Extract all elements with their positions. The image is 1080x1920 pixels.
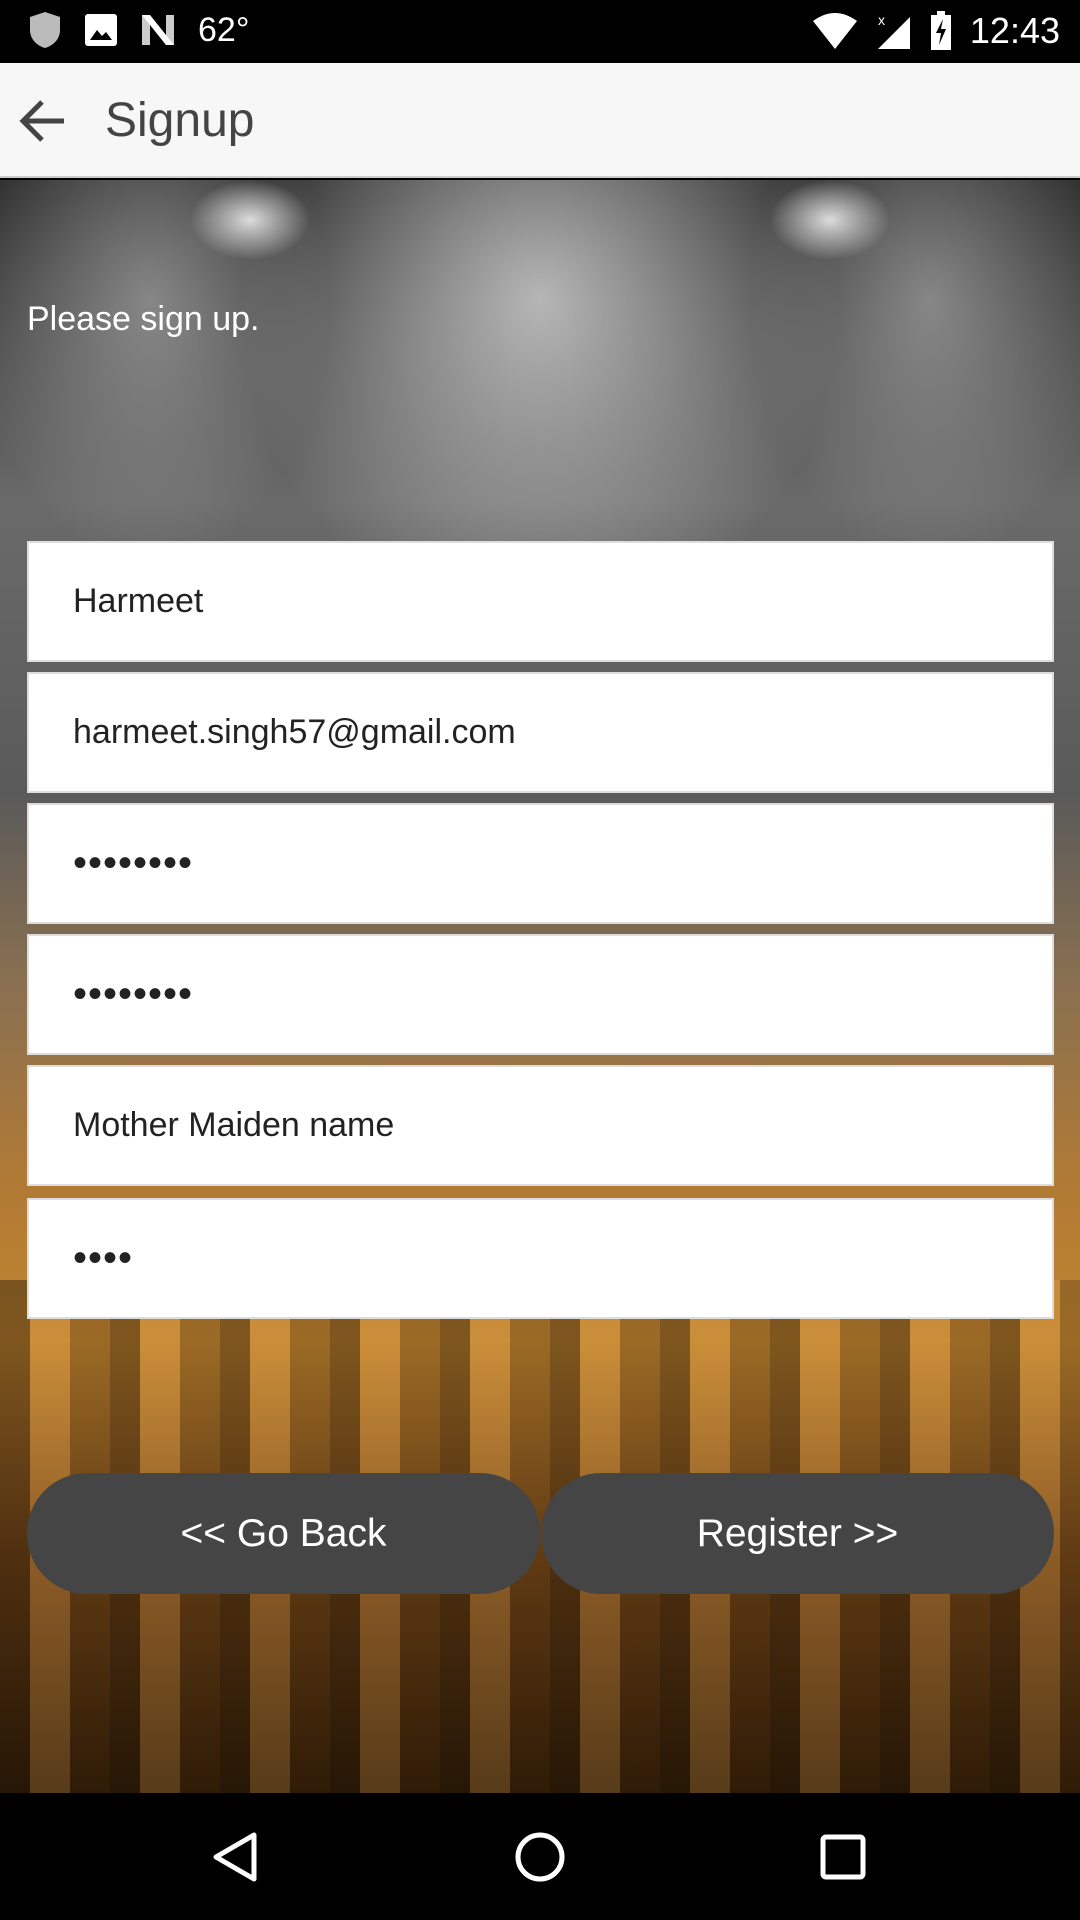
- shield-icon: [30, 12, 60, 48]
- security-question-input[interactable]: Mother Maiden name: [27, 1065, 1054, 1186]
- go-back-button[interactable]: << Go Back: [27, 1473, 540, 1594]
- svg-text:x: x: [878, 12, 885, 28]
- password-input[interactable]: ••••••••: [27, 803, 1054, 924]
- nav-back-icon[interactable]: [212, 1831, 258, 1888]
- page-title: Signup: [105, 94, 255, 147]
- status-bar: 62° x 12:43: [0, 0, 1080, 63]
- nav-home-icon[interactable]: [514, 1831, 566, 1888]
- security-answer-input[interactable]: ••••: [27, 1198, 1054, 1319]
- email-input[interactable]: harmeet.singh57@gmail.com: [27, 672, 1054, 793]
- n-logo-icon: [142, 15, 174, 45]
- register-button[interactable]: Register >>: [541, 1473, 1054, 1594]
- battery-charging-icon: [930, 11, 951, 50]
- temperature: 62°: [198, 10, 250, 49]
- navigation-bar: [0, 1793, 1080, 1920]
- image-icon: [85, 14, 117, 46]
- app-bar: Signup: [0, 63, 1080, 178]
- signup-prompt: Please sign up.: [27, 300, 260, 338]
- confirm-password-input[interactable]: ••••••••: [27, 934, 1054, 1055]
- clock: 12:43: [969, 10, 1060, 51]
- signal-icon: x: [877, 12, 910, 49]
- name-input[interactable]: Harmeet: [27, 541, 1054, 662]
- back-arrow-icon[interactable]: [18, 98, 68, 144]
- nav-recents-icon[interactable]: [820, 1831, 866, 1888]
- wifi-icon: [812, 13, 857, 49]
